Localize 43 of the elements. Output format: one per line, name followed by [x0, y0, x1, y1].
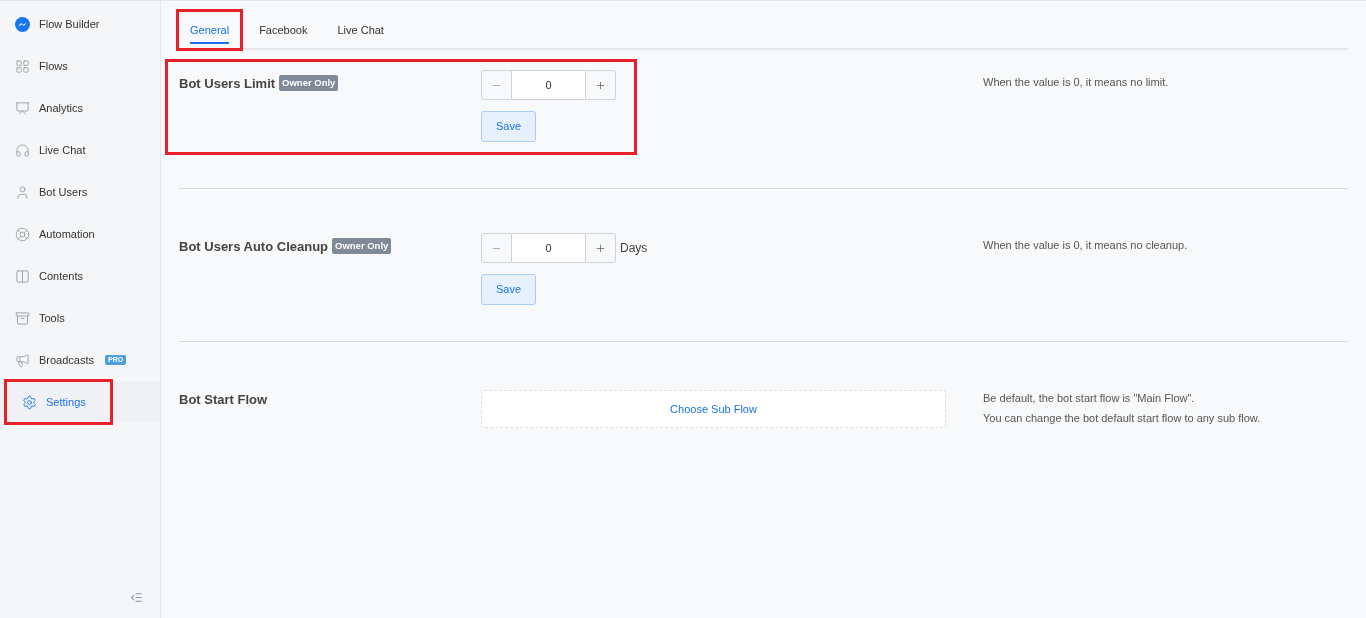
- unit-label: Days: [620, 240, 648, 257]
- archive-box-icon: [15, 310, 30, 326]
- number-field[interactable]: 0: [512, 70, 585, 100]
- sidebar-item[interactable]: Live Chat: [0, 130, 110, 170]
- tab[interactable]: Facebook: [248, 12, 319, 48]
- help-text: Be default, the bot start flow is "Main Flow".: [983, 391, 1196, 406]
- owner-only-badge: Owner Only: [332, 238, 392, 255]
- owner-only-badge: Owner Only: [279, 75, 339, 92]
- setting-title: Bot Start Flow: [179, 391, 268, 409]
- lifebuoy-icon: [15, 226, 30, 242]
- help-text: When the value is 0, it means no cleanup.: [983, 238, 1188, 253]
- number-field[interactable]: 0: [512, 233, 585, 263]
- help-text: You can change the bot default start flow to any sub flow.: [983, 410, 1261, 426]
- sidebar-item[interactable]: Bot Users: [0, 172, 112, 212]
- decrement-button[interactable]: [481, 233, 512, 263]
- user-icon: [15, 184, 30, 200]
- sidebar-item[interactable]: Flow Builder: [0, 4, 124, 44]
- grid-icon: [15, 58, 30, 74]
- sidebar-item[interactable]: Contents: [0, 256, 108, 296]
- tab[interactable]: General: [179, 12, 241, 48]
- sidebar-item[interactable]: Flows: [0, 46, 92, 86]
- megaphone-icon: [15, 352, 30, 368]
- increment-button[interactable]: [585, 233, 616, 263]
- sidebar-item[interactable]: Automation: [0, 214, 119, 254]
- save-button[interactable]: Save: [481, 274, 536, 305]
- choose-sub-flow-button[interactable]: Choose Sub Flow: [481, 390, 946, 428]
- decrement-button[interactable]: [481, 70, 512, 100]
- plus-icon: [595, 242, 606, 254]
- save-button[interactable]: Save: [481, 111, 536, 142]
- increment-button[interactable]: [585, 70, 616, 100]
- sidebar-item[interactable]: Analytics: [0, 88, 108, 128]
- presentation-board-icon: [15, 100, 30, 116]
- headset-icon: [15, 142, 30, 158]
- tab[interactable]: Live Chat: [326, 12, 395, 48]
- plus-icon: [595, 79, 606, 91]
- panel-icon: [15, 268, 30, 284]
- setting-title: Bot Users Auto Cleanup: [179, 238, 329, 256]
- messenger-icon: [15, 16, 30, 32]
- settings-icon: [22, 394, 37, 410]
- setting-title: Bot Users Limit: [179, 75, 276, 93]
- help-text: When the value is 0, it means no limit.: [983, 75, 1169, 90]
- sidebar-item[interactable]: Tools: [0, 298, 89, 338]
- collapse-menu-icon[interactable]: [130, 591, 143, 604]
